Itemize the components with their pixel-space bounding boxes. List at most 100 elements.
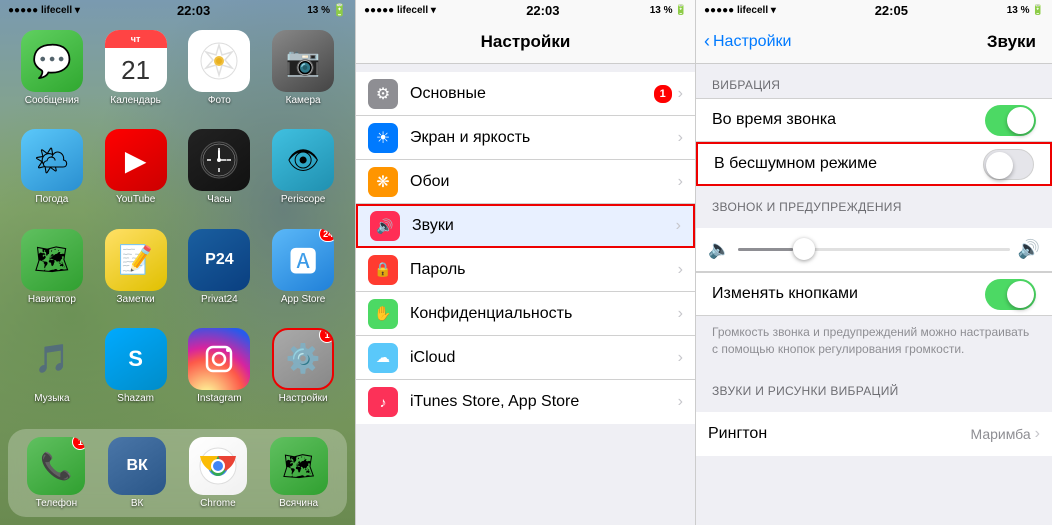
app-weather[interactable]: 🌤 Погода [14,129,90,220]
dock-vk[interactable]: ВК ВК [99,437,176,509]
change-buttons-toggle[interactable] [985,279,1036,310]
chevron-icon: › [678,129,683,147]
vibration-on-toggle[interactable] [985,105,1036,136]
battery-percent: 13 % [307,5,330,16]
battery-percent: 13 % [650,5,673,16]
status-bar-home: ●●●●● lifecell ▾ 22:03 13 % 🔋 [0,0,355,20]
itunes-icon: ♪ [368,387,398,417]
chevron-icon: › [678,349,683,367]
app-privat24[interactable]: P24 Privat24 [182,229,258,320]
sounds-screen-panel: ●●●●● lifecell ▾ 22:05 13 % 🔋 ‹ Настройк… [695,0,1052,525]
vibration-group: Во время звонка В бесшумном режиме [696,98,1052,186]
app-label: Навигатор [28,294,76,305]
volume-slider-row: 🔈 🔊 [696,228,1052,272]
dock: 📞 1 Телефон ВК ВК [8,429,347,517]
app-periscope[interactable]: 👁 Periscope [265,129,341,220]
privacy-label: Конфиденциальность [410,305,678,323]
app-label: Камера [286,95,321,106]
app-maps[interactable]: 🗺 Навигатор [14,229,90,320]
dock-phone[interactable]: 📞 1 Телефон [18,437,95,509]
display-icon: ☀ [368,123,398,153]
battery-status: 13 % 🔋 [650,5,687,16]
icloud-icon: ☁ [368,343,398,373]
settings-list: ⚙ Основные 1 › ☀ Экран и яркость › ❋ Обо… [356,72,695,424]
app-appstore[interactable]: 🅰 24 App Store [265,229,341,320]
app-clock[interactable]: Часы [182,129,258,220]
battery-status: 13 % 🔋 [1007,5,1044,16]
general-label: Основные [410,85,654,103]
home-screen-panel: ●●●●● lifecell ▾ 22:03 13 % 🔋 💬 Сообщени… [0,0,355,525]
slider-thumb[interactable] [793,238,815,260]
vibration-section-header: ВИБРАЦИЯ [696,64,1052,98]
settings-screen-panel: ●●●●● lifecell ▾ 22:03 13 % 🔋 Настройки … [355,0,695,525]
dock-maps[interactable]: 🗺 Всячина [260,437,337,509]
battery-icon: 🔋 [675,5,687,16]
app-calendar[interactable]: чт 21 Календарь [98,30,174,121]
password-label: Пароль [410,261,678,279]
vibration-silent-label: В бесшумном режиме [714,155,983,173]
settings-item-itunes[interactable]: ♪ iTunes Store, App Store › [356,380,695,424]
battery-icon: 🔋 [332,3,347,17]
app-label: Periscope [281,194,325,205]
app-label: Календарь [110,95,160,106]
settings-item-icloud[interactable]: ☁ iCloud › [356,336,695,380]
app-instagram[interactable]: Instagram [182,328,258,419]
app-notes[interactable]: 📝 Заметки [98,229,174,320]
app-label: Shazam [117,393,154,404]
time-display: 22:05 [875,3,908,18]
sounds-section-header: ЗВУКИ И РИСУНКИ ВИБРАЦИЙ [696,370,1052,404]
settings-item-sounds[interactable]: 🔊 Звуки › [356,204,695,248]
time-display: 22:03 [526,3,559,18]
settings-item-display[interactable]: ☀ Экран и яркость › [356,116,695,160]
volume-low-icon: 🔈 [708,239,730,260]
chevron-icon: › [678,305,683,323]
app-label: Погода [35,194,68,205]
app-label: Privat24 [201,294,238,305]
app-photos[interactable]: Фото [182,30,258,121]
ringtone-item[interactable]: Рингтон Маримба › [696,412,1052,456]
app-music[interactable]: 🎵 Музыка [14,328,90,419]
sounds-nav-bar: ‹ Настройки Звуки [696,20,1052,64]
app-label: Chrome [200,498,236,509]
carrier-signal: ●●●●● lifecell ▾ [8,5,80,16]
app-label: App Store [281,294,325,305]
app-settings[interactable]: ⚙️ 1 Настройки [265,328,341,419]
sounds-label: Звуки [412,217,676,235]
general-badge: 1 [654,85,672,103]
vibration-silent-toggle[interactable] [983,149,1034,180]
volume-description: Громкость звонка и предупреждений можно … [696,316,1052,370]
display-label: Экран и яркость [410,129,678,147]
app-messages[interactable]: 💬 Сообщения [14,30,90,121]
settings-title: Настройки [481,32,571,52]
ringtone-value: Маримба [971,426,1031,442]
back-button[interactable]: ‹ Настройки [704,31,791,52]
itunes-label: iTunes Store, App Store [410,393,678,411]
slider-section: 🔈 🔊 Изменять кнопками [696,228,1052,316]
settings-item-privacy[interactable]: ✋ Конфиденциальность › [356,292,695,336]
app-camera[interactable]: 📷 Камера [265,30,341,121]
chevron-icon: › [678,393,683,411]
volume-slider[interactable] [738,248,1009,251]
password-icon: 🔒 [368,255,398,285]
time-display: 22:03 [177,3,210,18]
app-label: Телефон [36,498,77,509]
ringtone-section-header: ЗВОНОК И ПРЕДУПРЕЖДЕНИЯ [696,186,1052,220]
status-bar-settings: ●●●●● lifecell ▾ 22:03 13 % 🔋 [356,0,695,20]
settings-item-password[interactable]: 🔒 Пароль › [356,248,695,292]
app-shazam[interactable]: S Shazam [98,328,174,419]
general-icon: ⚙ [368,79,398,109]
battery-percent: 13 % [1007,5,1030,16]
dock-chrome[interactable]: Chrome [180,437,257,509]
sounds-title: Звуки [791,32,1044,52]
change-buttons-label: Изменять кнопками [712,285,985,303]
chevron-icon: › [678,261,683,279]
back-chevron-icon: ‹ [704,31,710,52]
app-youtube[interactable]: ▶ YouTube [98,129,174,220]
app-label: Настройки [279,393,328,404]
back-label: Настройки [713,33,791,51]
settings-item-general[interactable]: ⚙ Основные 1 › [356,72,695,116]
wallpaper-icon: ❋ [368,167,398,197]
volume-high-icon: 🔊 [1018,239,1040,260]
settings-item-wallpaper[interactable]: ❋ Обои › [356,160,695,204]
app-grid: 💬 Сообщения чт 21 Календарь Фото [0,20,355,429]
